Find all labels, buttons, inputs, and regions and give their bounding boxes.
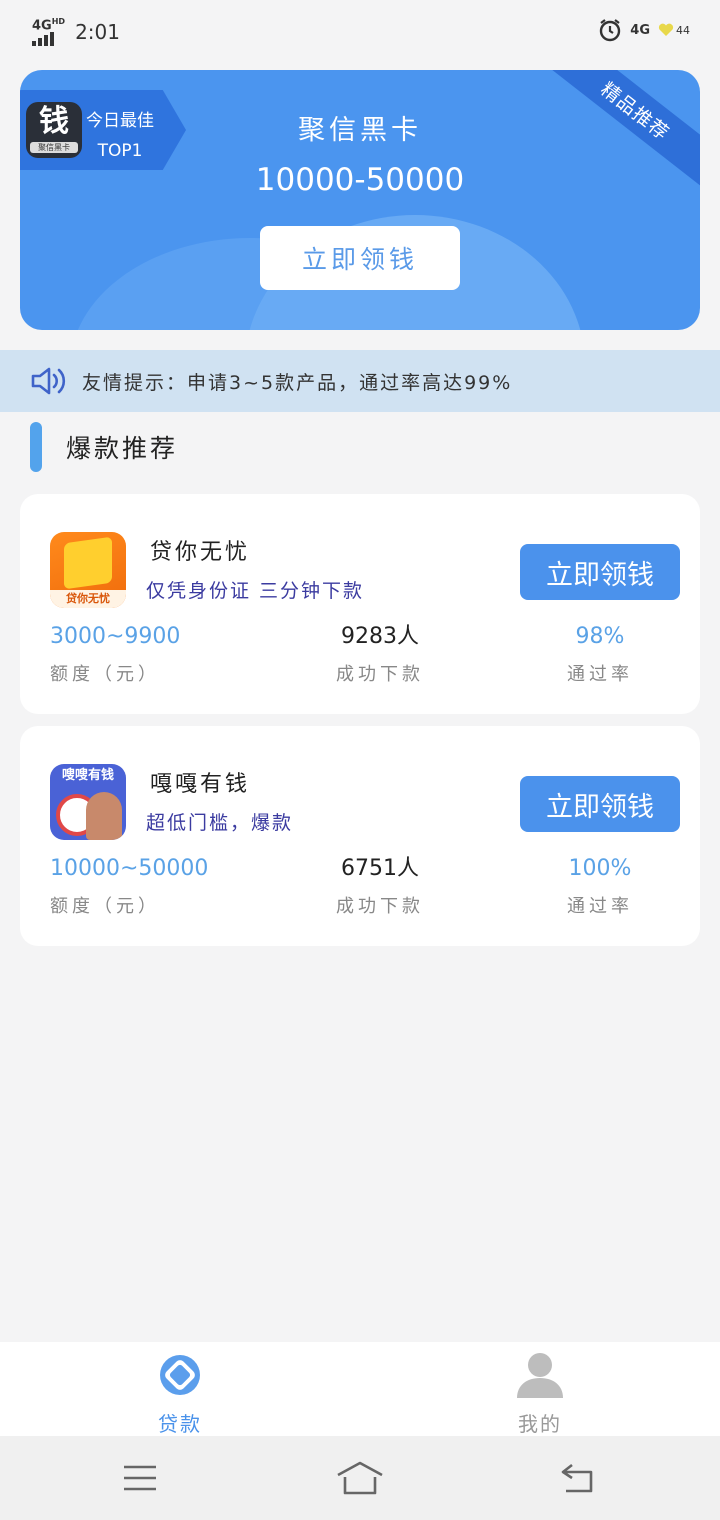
signal-bars-icon	[32, 32, 54, 47]
home-icon	[337, 1461, 383, 1495]
status-left: 4GHD 2:01	[32, 17, 120, 47]
rate-value: 100%	[568, 856, 632, 881]
back-button[interactable]	[548, 1458, 608, 1498]
product-card[interactable]: 嗖嗖有钱 嘎嘎有钱 超低门槛，爆款 立即领钱 10000~50000 额度（元）…	[20, 726, 700, 946]
logo-caption: 嗖嗖有钱	[61, 768, 114, 783]
product-description: 仅凭身份证 三分钟下款	[146, 580, 365, 602]
notice-text: 友情提示：申请3~5款产品，通过率高达99%	[82, 371, 513, 394]
system-nav-bar	[0, 1436, 720, 1520]
count-label: 成功下款	[336, 664, 424, 685]
battery-level: 44	[676, 23, 690, 37]
stat-count: 9283人 成功下款	[270, 620, 490, 686]
loan-icon	[160, 1355, 200, 1395]
tab-profile[interactable]: 我的	[470, 1346, 610, 1437]
heart-icon	[658, 23, 674, 36]
speaker-icon	[31, 367, 66, 395]
stat-rate: 98% 通过率	[490, 620, 710, 686]
stat-amount: 10000~50000 额度（元）	[50, 852, 270, 918]
cube-icon	[64, 536, 112, 590]
tab-loan-label: 贷款	[158, 1412, 202, 1436]
section-accent-bar	[30, 422, 42, 472]
bottom-tab-bar: 贷款 我的	[0, 1342, 720, 1436]
product-logo: 贷你无忧	[50, 532, 126, 608]
amount-value: 3000~9900	[50, 624, 181, 649]
stat-count: 6751人 成功下款	[270, 852, 490, 918]
count-value: 9283人	[341, 624, 419, 649]
rate-label: 通过率	[567, 664, 633, 685]
network-type: 4GHD	[32, 17, 66, 34]
product-card[interactable]: 贷你无忧 贷你无忧 仅凭身份证 三分钟下款 立即领钱 3000~9900 额度（…	[20, 494, 700, 714]
hero-apply-button[interactable]: 立即领钱	[260, 226, 460, 290]
battery-icon: 44	[658, 23, 690, 37]
apply-button[interactable]: 立即领钱	[520, 544, 680, 600]
amount-label: 额度（元）	[50, 664, 160, 685]
clock-time: 2:01	[75, 20, 120, 45]
logo-caption: 贷你无忧	[50, 590, 126, 608]
section-title: 爆款推荐	[66, 434, 179, 463]
notice-bar: 友情提示：申请3~5款产品，通过率高达99%	[0, 350, 720, 412]
product-logo: 嗖嗖有钱	[50, 764, 126, 840]
amount-value: 10000~50000	[50, 856, 209, 881]
stat-amount: 3000~9900 额度（元）	[50, 620, 270, 686]
product-name: 嘎嘎有钱	[150, 772, 251, 797]
alarm-icon	[600, 19, 621, 42]
amount-label: 额度（元）	[50, 896, 160, 917]
signal-indicator: 4GHD	[32, 17, 66, 47]
tab-profile-label: 我的	[518, 1412, 562, 1436]
menu-button[interactable]	[110, 1458, 170, 1498]
apply-button[interactable]: 立即领钱	[520, 776, 680, 832]
menu-icon	[124, 1465, 156, 1491]
hero-banner[interactable]: 精品推荐 钱 聚信黑卡 今日最佳 TOP1 聚信黑卡 10000-50000 立…	[20, 70, 700, 330]
back-icon	[561, 1463, 593, 1493]
section-header: 爆款推荐	[30, 422, 178, 472]
home-button[interactable]	[330, 1458, 390, 1498]
hero-title: 聚信黑卡	[298, 115, 422, 146]
product-name: 贷你无忧	[150, 540, 251, 565]
person-figure	[86, 792, 122, 840]
user-icon	[517, 1353, 563, 1398]
count-value: 6751人	[341, 856, 419, 881]
hero-amount-range: 10000-50000	[255, 162, 465, 198]
status-bar: 4GHD 2:01 4G 44	[0, 0, 720, 62]
rate-label: 通过率	[567, 896, 633, 917]
status-right: 4G 44	[598, 18, 690, 42]
count-label: 成功下款	[336, 896, 424, 917]
tab-loan[interactable]: 贷款	[110, 1346, 250, 1437]
network-type-right: 4G	[630, 22, 650, 38]
stat-rate: 100% 通过率	[490, 852, 710, 918]
rate-value: 98%	[575, 624, 625, 649]
product-description: 超低门槛，爆款	[146, 812, 294, 834]
